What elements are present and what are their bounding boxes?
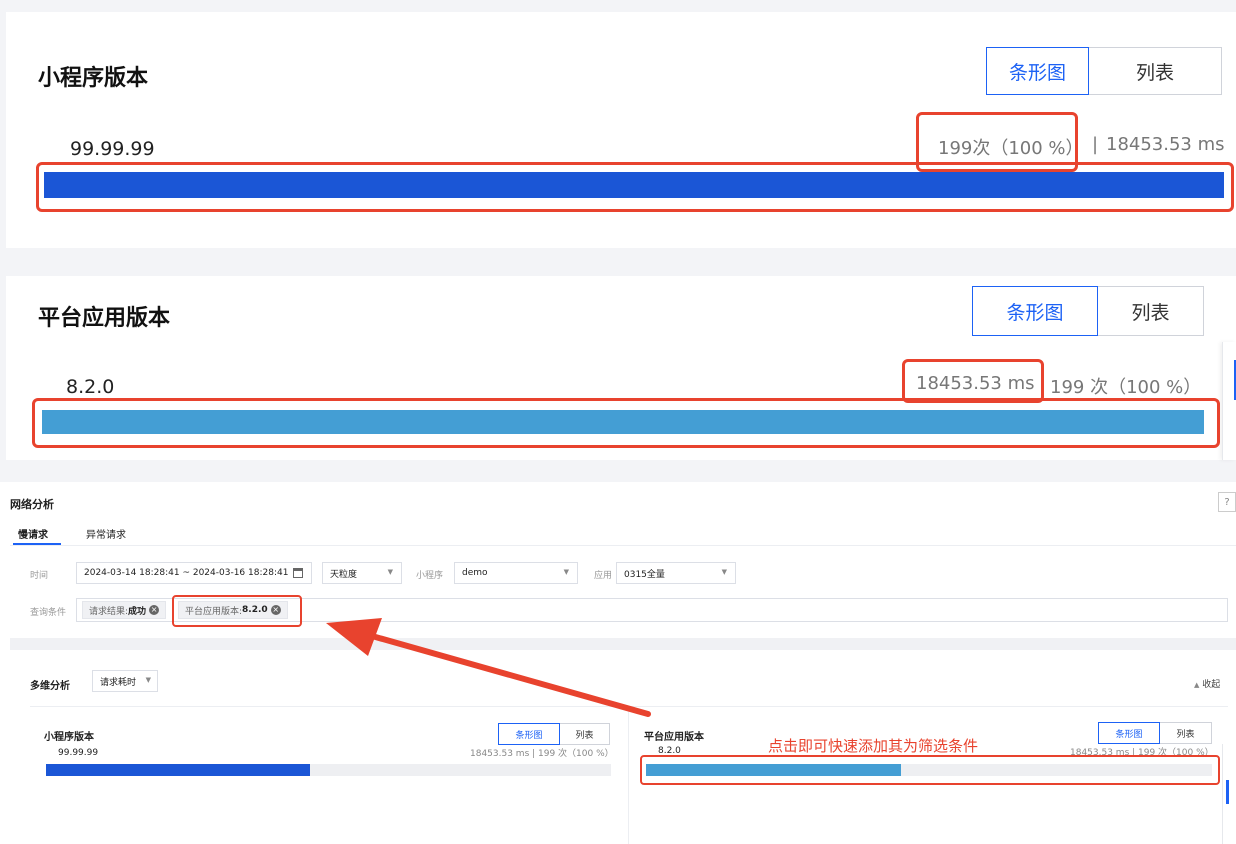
section-gap <box>10 638 1236 650</box>
tab-error-requests[interactable]: 异常请求 <box>86 526 126 541</box>
miniprogram-select[interactable]: demo ▼ <box>454 562 578 584</box>
chevron-down-icon: ▼ <box>563 568 569 576</box>
highlight-duration <box>902 359 1044 403</box>
miniprogram-label: 小程序 <box>416 571 444 581</box>
tab-list[interactable]: 列表 <box>1160 723 1211 743</box>
calendar-icon <box>293 568 303 578</box>
view-toggle: 条形图 列表 <box>498 723 610 745</box>
view-toggle: 条形图 列表 <box>1098 722 1212 744</box>
highlight-bar <box>32 398 1220 448</box>
filter-chip-result[interactable]: 请求结果: 成功 × <box>82 601 167 619</box>
side-edge-accent <box>1226 780 1229 804</box>
row-label: 99.99.99 <box>70 138 155 160</box>
arrow-head <box>326 618 382 656</box>
chevron-down-icon: ▼ <box>145 676 151 684</box>
row-label: 8.2.0 <box>66 376 115 398</box>
multi-divider <box>30 706 1228 707</box>
granularity-value: 天粒度 <box>330 569 358 580</box>
app-select[interactable]: 0315全量 ▼ <box>616 562 736 584</box>
multi-dim-title: 多维分析 <box>30 681 70 692</box>
tab-bar-chart[interactable]: 条形图 <box>1098 722 1160 744</box>
tab-list[interactable]: 列表 <box>1089 48 1221 94</box>
view-toggle: 条形图 列表 <box>972 286 1204 336</box>
chip-key: 请求结果: <box>89 606 129 617</box>
time-label: 时间 <box>30 571 49 581</box>
time-range-picker[interactable]: 2024-03-14 18:28:41 ~ 2024-03-16 18:28:4… <box>76 562 312 584</box>
granularity-select[interactable]: 天粒度 ▼ <box>322 562 402 584</box>
collapse-toggle[interactable]: ▲ 收起 <box>1194 677 1220 690</box>
card-separator <box>628 708 629 844</box>
row-separator: | <box>1092 134 1099 155</box>
highlight-chip <box>172 595 302 627</box>
chip-value: 成功 <box>128 606 147 617</box>
side-edge <box>1222 744 1236 844</box>
miniprogram-value: demo <box>462 568 488 578</box>
tab-slow-requests[interactable]: 慢请求 <box>18 526 48 541</box>
highlight-bar <box>640 755 1220 785</box>
tab-bar-chart[interactable]: 条形图 <box>972 286 1098 336</box>
network-analysis-page: 网络分析 ? 慢请求 异常请求 时间 2024-03-14 18:28:41 ~… <box>0 482 1236 844</box>
tab-list[interactable]: 列表 <box>1098 287 1203 335</box>
card-miniprogram-version: 小程序版本 条形图 列表 99.99.99 18453.53 ms | 199 … <box>30 708 628 844</box>
query-label: 查询条件 <box>30 608 67 618</box>
tab-list[interactable]: 列表 <box>560 724 609 744</box>
chevron-up-icon: ▲ <box>1194 681 1200 689</box>
highlight-bar <box>36 162 1234 212</box>
row-duration: 18453.53 ms <box>1106 134 1225 155</box>
metric-select[interactable]: 请求耗时 ▼ <box>92 670 158 692</box>
page-title: 网络分析 <box>10 498 54 511</box>
tab-bar-chart[interactable]: 条形图 <box>498 723 560 745</box>
annotation-text: 点击即可快速添加其为筛选条件 <box>768 737 979 755</box>
help-icon: ? <box>1224 496 1230 508</box>
row-label: 99.99.99 <box>58 748 99 758</box>
view-toggle: 条形图 列表 <box>986 47 1222 95</box>
card-title: 平台应用版本 <box>644 732 704 743</box>
collapse-label: 收起 <box>1202 680 1221 690</box>
time-range-value: 2024-03-14 18:28:41 ~ 2024-03-16 18:28:4… <box>84 568 289 578</box>
row-meta: 18453.53 ms | 199 次（100 %） <box>470 749 614 759</box>
help-button[interactable]: ? <box>1218 492 1236 512</box>
chevron-down-icon: ▼ <box>721 568 727 576</box>
version-bar[interactable] <box>46 764 310 776</box>
app-value: 0315全量 <box>624 569 665 580</box>
card-title: 小程序版本 <box>44 732 94 743</box>
chevron-down-icon: ▼ <box>387 568 393 576</box>
close-icon[interactable]: × <box>149 605 160 615</box>
tab-bar-chart[interactable]: 条形图 <box>986 47 1089 95</box>
panel-title: 平台应用版本 <box>38 306 171 331</box>
panel-title: 小程序版本 <box>38 66 149 91</box>
row-count: 199 次（100 %） <box>1050 377 1202 398</box>
metric-value: 请求耗时 <box>100 677 137 688</box>
tabs-divider <box>10 545 1236 546</box>
app-label: 应用 <box>594 571 613 581</box>
